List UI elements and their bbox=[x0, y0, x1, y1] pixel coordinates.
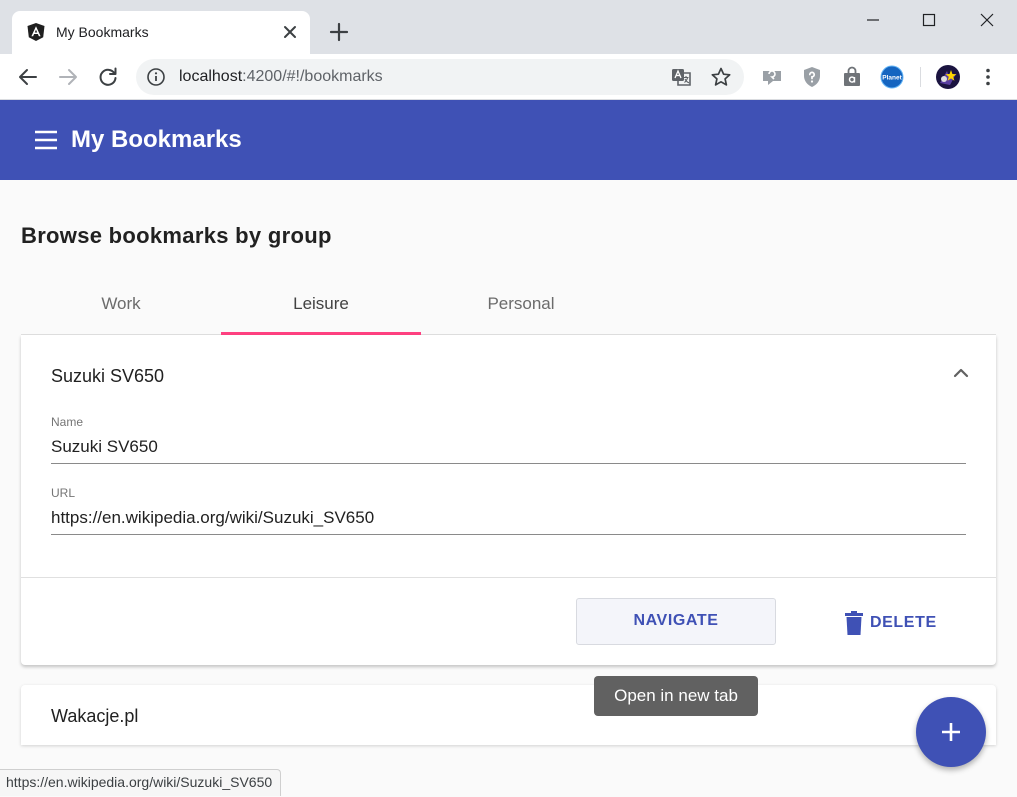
svg-text:Planet: Planet bbox=[882, 75, 902, 82]
tab-leisure[interactable]: Leisure bbox=[221, 280, 421, 334]
address-bar[interactable]: localhost:4200/#!/bookmarks bbox=[136, 59, 744, 95]
back-arrow-icon[interactable] bbox=[15, 64, 41, 90]
app-toolbar: My Bookmarks bbox=[0, 100, 1017, 180]
url-text[interactable]: localhost:4200/#!/bookmarks bbox=[179, 68, 383, 86]
bookmark-panel-title[interactable]: Wakacje.pl bbox=[51, 706, 138, 727]
maximize-icon[interactable] bbox=[914, 8, 944, 32]
tab-work[interactable]: Work bbox=[21, 280, 221, 334]
translate-icon[interactable] bbox=[670, 66, 692, 88]
window-close-icon[interactable] bbox=[972, 8, 1002, 32]
forward-arrow-icon[interactable] bbox=[55, 64, 81, 90]
new-tab-button[interactable] bbox=[326, 19, 352, 45]
tooltip: Open in new tab bbox=[594, 676, 758, 716]
page-title: Browse bookmarks by group bbox=[21, 223, 332, 248]
url-field[interactable]: https://en.wikipedia.org/wiki/Suzuki_SV6… bbox=[51, 508, 374, 528]
close-icon[interactable] bbox=[280, 22, 300, 42]
more-vert-icon[interactable] bbox=[976, 65, 1000, 89]
shopping-bag-icon[interactable] bbox=[840, 65, 864, 89]
extension-icon[interactable] bbox=[760, 65, 784, 89]
planet-icon[interactable]: Planet bbox=[880, 65, 904, 89]
info-icon[interactable] bbox=[146, 67, 166, 87]
navigate-button[interactable]: NAVIGATE bbox=[576, 598, 776, 645]
add-bookmark-button[interactable] bbox=[916, 697, 986, 767]
browser-tabstrip: My Bookmarks bbox=[0, 0, 1017, 54]
url-field-label: URL bbox=[51, 486, 76, 500]
app-title: My Bookmarks bbox=[71, 126, 242, 153]
profile-avatar-icon[interactable] bbox=[936, 65, 960, 89]
star-icon[interactable] bbox=[710, 66, 732, 88]
bookmark-panel-collapsed[interactable]: Wakacje.pl bbox=[21, 685, 996, 745]
bookmark-panel-expanded: Suzuki SV650 Name Suzuki SV650 URL https… bbox=[21, 335, 996, 665]
delete-button-label: DELETE bbox=[870, 614, 937, 631]
menu-icon[interactable] bbox=[34, 129, 58, 151]
bookmark-panel-title[interactable]: Suzuki SV650 bbox=[51, 366, 164, 387]
name-field-label: Name bbox=[51, 415, 84, 429]
plus-icon bbox=[942, 723, 960, 741]
reload-icon[interactable] bbox=[95, 64, 121, 90]
url-host: localhost bbox=[179, 68, 243, 85]
toolbar-divider bbox=[920, 67, 921, 87]
card-actions-divider bbox=[21, 577, 996, 578]
url-path: :4200/#!/bookmarks bbox=[242, 68, 383, 85]
tab-personal[interactable]: Personal bbox=[421, 280, 621, 334]
name-field-underline bbox=[51, 463, 966, 464]
status-url: https://en.wikipedia.org/wiki/Suzuki_SV6… bbox=[0, 769, 282, 796]
minimize-icon[interactable] bbox=[858, 8, 888, 32]
chevron-up-icon[interactable] bbox=[951, 363, 971, 383]
group-tabs: Work Leisure Personal bbox=[21, 280, 996, 335]
url-field-underline bbox=[51, 534, 966, 535]
browser-toolbar: localhost:4200/#!/bookmarks Planet bbox=[0, 54, 1017, 100]
tab-title: My Bookmarks bbox=[56, 24, 149, 40]
trash-icon bbox=[845, 611, 863, 635]
browser-tab[interactable]: My Bookmarks bbox=[12, 11, 310, 54]
name-field[interactable]: Suzuki SV650 bbox=[51, 437, 158, 457]
shield-icon[interactable] bbox=[800, 65, 824, 89]
angular-favicon-icon bbox=[27, 23, 45, 41]
